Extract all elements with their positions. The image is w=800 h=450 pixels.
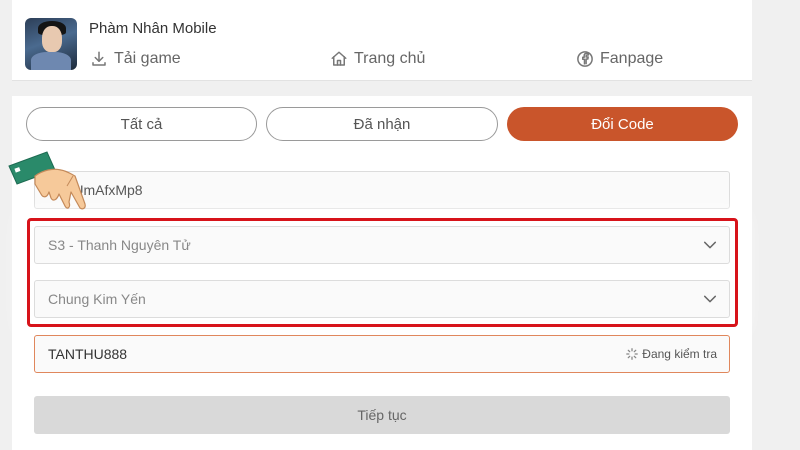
game-thumbnail bbox=[25, 18, 77, 70]
nav-home-label: Trang chủ bbox=[354, 50, 426, 67]
game-header bbox=[12, 0, 752, 81]
download-icon bbox=[92, 51, 106, 66]
nav-home-link[interactable]: Trang chủ bbox=[330, 50, 425, 68]
game-title: Phàm Nhân Mobile bbox=[89, 20, 217, 37]
gift-code-value: TANTHU888 bbox=[48, 346, 128, 362]
continue-button[interactable]: Tiếp tục bbox=[34, 396, 730, 434]
code-status-label: Đang kiểm tra bbox=[642, 347, 717, 361]
pointing-hand-icon bbox=[8, 151, 86, 210]
facebook-icon bbox=[577, 51, 593, 67]
nav-fanpage-label: Fanpage bbox=[600, 50, 664, 67]
nav-fanpage-link[interactable]: Fanpage bbox=[576, 50, 663, 68]
highlight-box bbox=[27, 218, 738, 327]
nav-download-link[interactable]: Tải game bbox=[90, 50, 181, 68]
tab-received[interactable]: Đã nhận bbox=[266, 107, 498, 141]
loading-spinner-icon bbox=[626, 348, 639, 360]
home-icon bbox=[331, 51, 347, 66]
tab-redeem-code[interactable]: Đổi Code bbox=[507, 107, 738, 141]
tab-all[interactable]: Tất cả bbox=[26, 107, 257, 141]
code-status: Đang kiểm tra bbox=[626, 347, 717, 361]
account-field[interactable]: VUmAfxMp8 bbox=[34, 171, 730, 209]
nav-download-label: Tải game bbox=[114, 50, 181, 67]
gift-code-input[interactable]: TANTHU888 Đang kiểm tra bbox=[34, 335, 730, 373]
